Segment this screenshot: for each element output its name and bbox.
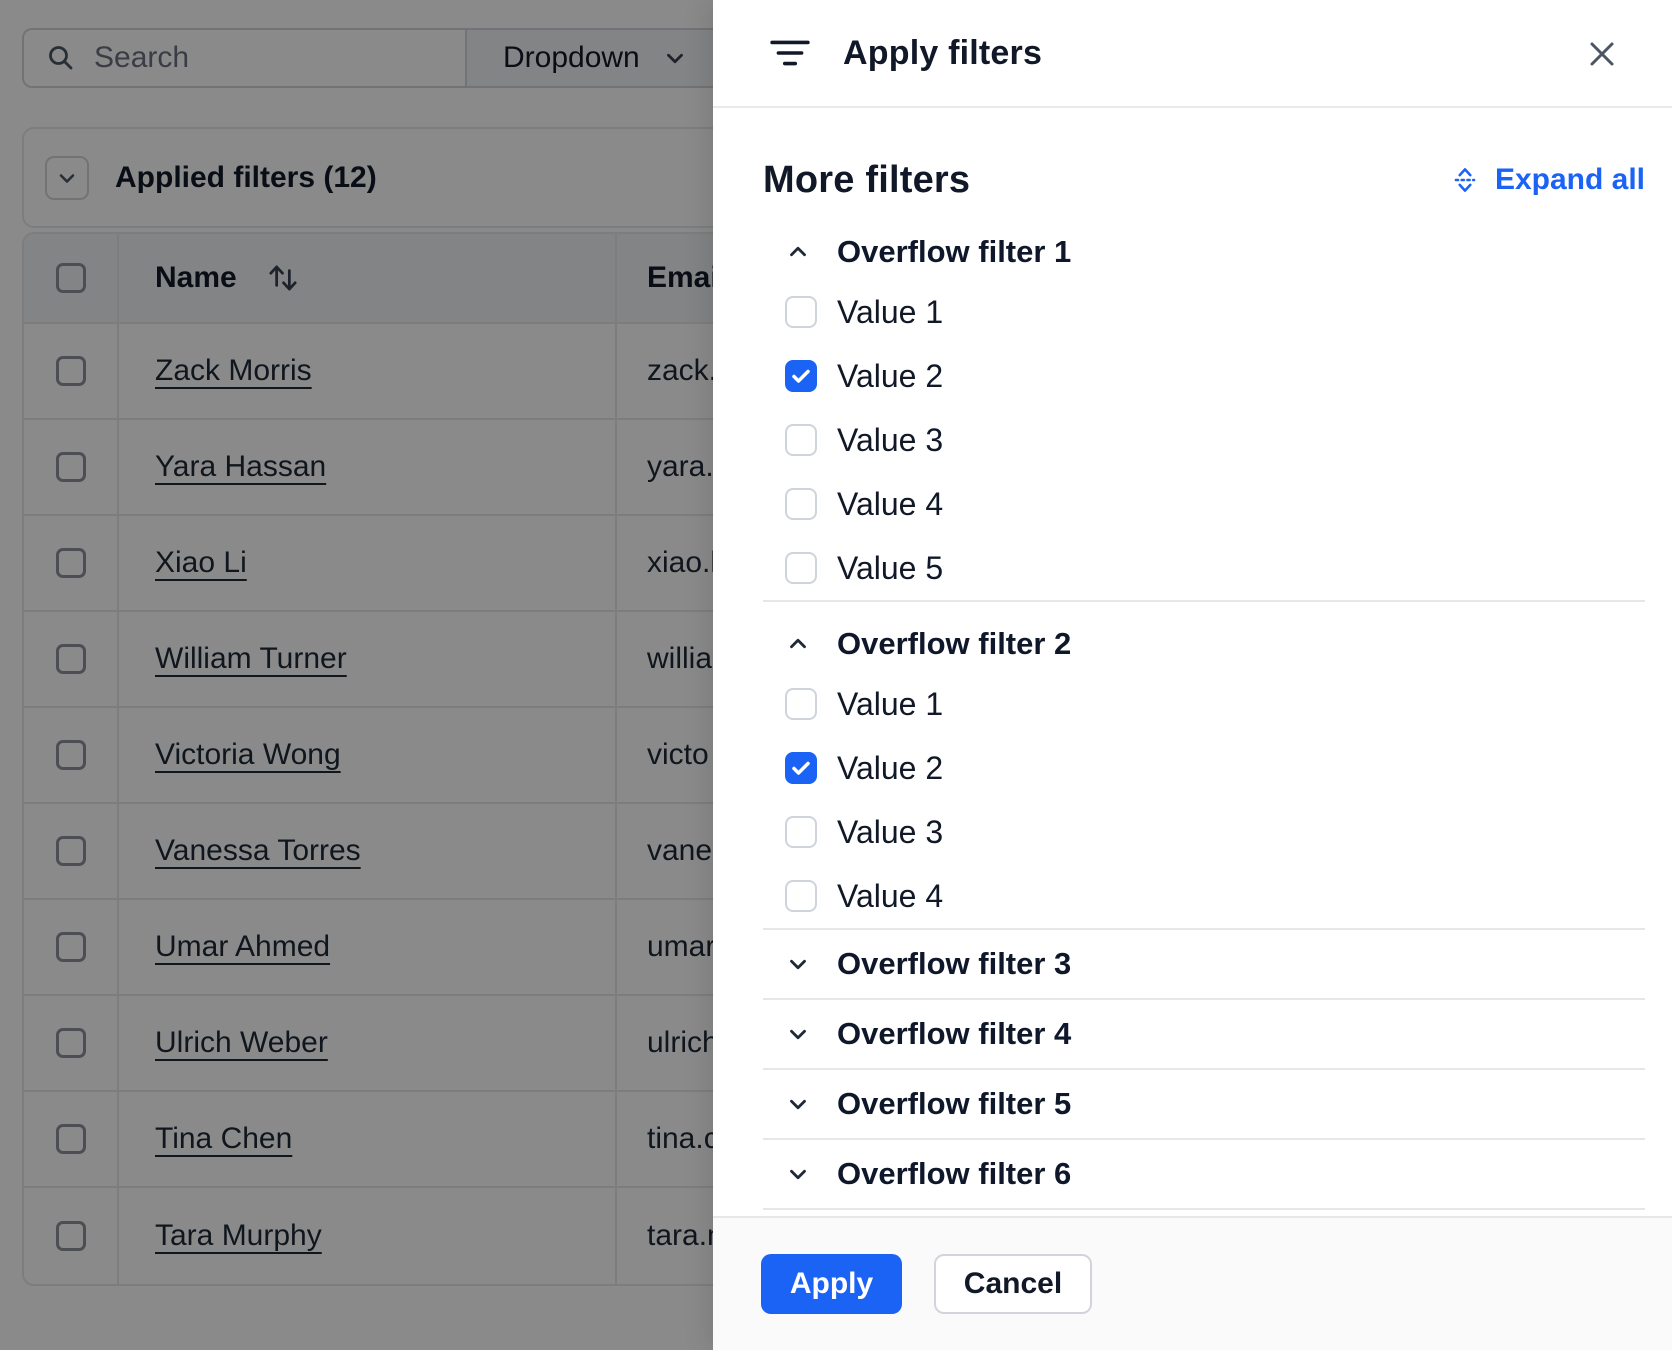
expand-all-link[interactable]: Expand all (1449, 163, 1645, 197)
checkbox-icon[interactable] (785, 296, 817, 328)
chevron-up-icon (785, 631, 811, 657)
filter-section: Overflow filter 3 (763, 930, 1645, 1000)
filter-section-header[interactable]: Overflow filter 1 (785, 232, 1645, 272)
checkbox-icon[interactable] (785, 424, 817, 456)
chevron-down-icon (785, 951, 811, 977)
filter-option[interactable]: Value 1 (785, 672, 1645, 736)
filter-option-label: Value 3 (837, 814, 943, 851)
chevron-down-icon (785, 1161, 811, 1187)
close-icon (1585, 37, 1619, 71)
filter-lines-icon (770, 35, 810, 71)
filter-option[interactable]: Value 4 (785, 864, 1645, 928)
filter-section-header[interactable]: Overflow filter 6 (785, 1140, 1645, 1208)
apply-filters-panel: Apply filters More filters Expand all Ov… (713, 0, 1672, 1350)
cancel-button[interactable]: Cancel (934, 1254, 1092, 1314)
filter-section-title: Overflow filter 1 (837, 234, 1071, 270)
filter-options: Value 1 Value 2 Value 3 Value 4 (785, 672, 1645, 928)
filter-option[interactable]: Value 1 (785, 280, 1645, 344)
more-filters-heading: More filters (763, 159, 970, 202)
checkbox-icon[interactable] (785, 880, 817, 912)
filter-option[interactable]: Value 3 (785, 408, 1645, 472)
expand-all-label: Expand all (1495, 163, 1645, 197)
filter-option[interactable]: Value 2 (785, 736, 1645, 800)
filter-option-label: Value 5 (837, 550, 943, 587)
filter-section: Overflow filter 4 (763, 1000, 1645, 1070)
filter-section-list: Overflow filter 1 Value 1 Value 2 Value … (763, 232, 1645, 1210)
filter-section: Overflow filter 6 (763, 1140, 1645, 1210)
chevron-up-icon (785, 239, 811, 265)
filter-option[interactable]: Value 2 (785, 344, 1645, 408)
filter-option-label: Value 2 (837, 358, 943, 395)
filter-section-title: Overflow filter 3 (837, 946, 1071, 982)
chevron-down-icon (785, 1021, 811, 1047)
filter-option[interactable]: Value 4 (785, 472, 1645, 536)
checkbox-icon[interactable] (785, 752, 817, 784)
close-button[interactable] (1578, 30, 1626, 78)
filter-option-label: Value 1 (837, 294, 943, 331)
checkbox-icon[interactable] (785, 488, 817, 520)
chevron-down-icon (785, 1091, 811, 1117)
filter-section-title: Overflow filter 5 (837, 1086, 1071, 1122)
filter-option-label: Value 4 (837, 878, 943, 915)
filter-section-title: Overflow filter 2 (837, 626, 1071, 662)
filter-section-title: Overflow filter 4 (837, 1016, 1071, 1052)
filter-section-header[interactable]: Overflow filter 2 (785, 624, 1645, 664)
panel-footer: Apply Cancel (713, 1216, 1672, 1350)
filter-section: Overflow filter 5 (763, 1070, 1645, 1140)
filter-option-label: Value 3 (837, 422, 943, 459)
panel-title: Apply filters (843, 34, 1042, 73)
panel-body: More filters Expand all Overflow filter … (713, 108, 1672, 1216)
filter-option[interactable]: Value 5 (785, 536, 1645, 600)
filter-section-title: Overflow filter 6 (837, 1156, 1071, 1192)
expand-all-icon (1449, 164, 1481, 196)
more-filters-row: More filters Expand all (763, 150, 1645, 210)
filter-section: Overflow filter 2 Value 1 Value 2 Value … (763, 624, 1645, 930)
checkbox-icon[interactable] (785, 360, 817, 392)
panel-header: Apply filters (713, 0, 1672, 108)
filter-option-label: Value 1 (837, 686, 943, 723)
filter-section-header[interactable]: Overflow filter 4 (785, 1000, 1645, 1068)
apply-button[interactable]: Apply (761, 1254, 902, 1314)
filter-section-header[interactable]: Overflow filter 3 (785, 930, 1645, 998)
filter-options: Value 1 Value 2 Value 3 Value 4 Value 5 (785, 280, 1645, 600)
filter-option[interactable]: Value 3 (785, 800, 1645, 864)
checkbox-icon[interactable] (785, 688, 817, 720)
checkbox-icon[interactable] (785, 816, 817, 848)
filter-section-header[interactable]: Overflow filter 5 (785, 1070, 1645, 1138)
filter-section: Overflow filter 1 Value 1 Value 2 Value … (763, 232, 1645, 602)
filter-option-label: Value 4 (837, 486, 943, 523)
checkbox-icon[interactable] (785, 552, 817, 584)
filter-option-label: Value 2 (837, 750, 943, 787)
